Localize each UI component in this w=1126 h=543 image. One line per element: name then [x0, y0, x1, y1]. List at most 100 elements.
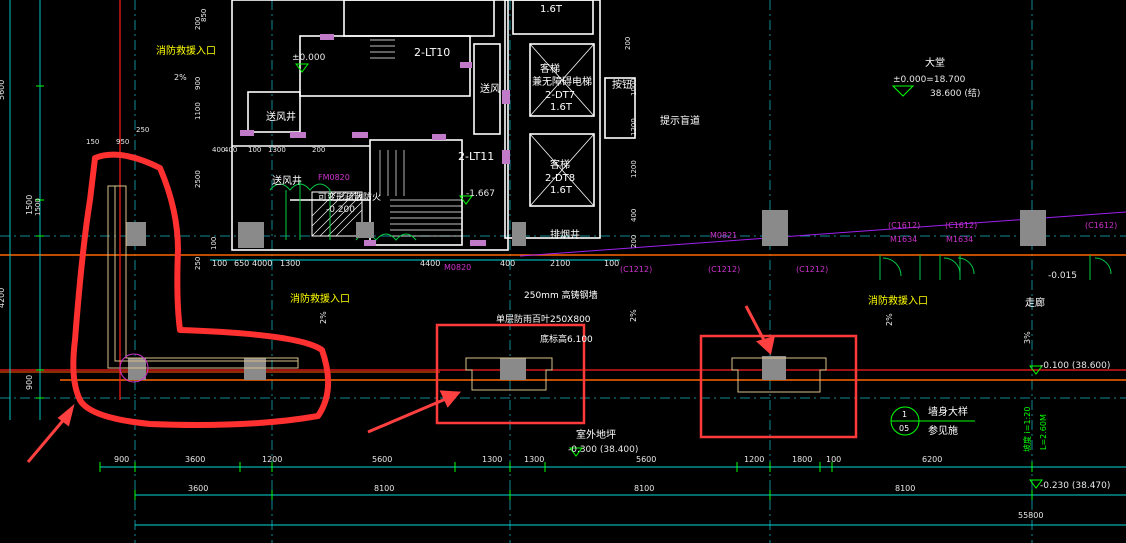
dim-top-15: 1200 [630, 118, 638, 136]
dim-row-2: 4000 [252, 259, 272, 268]
level-8: -0.230 (38.470) [1040, 481, 1110, 491]
elevator-top-cap: 1.6T [540, 4, 563, 15]
dim-top-3: 400 [224, 146, 237, 154]
firefighter-entry-1: 消防救援入口 [156, 44, 216, 57]
elevator-1-sub: 兼无障碍电梯 [532, 75, 592, 88]
dim-top-8: 900 [194, 77, 202, 90]
dim-top-10: 1100 [194, 102, 202, 120]
slope-label: 坡度 i=1:20 [1022, 407, 1032, 452]
walkway: 走廊 [1025, 296, 1045, 309]
dim-top-17: 1500 [34, 198, 42, 216]
dim-left-0: 5600 [0, 80, 6, 100]
dim-top-12: 850 [200, 9, 208, 22]
dim-b1-7: 1200 [744, 455, 764, 464]
door-tag-9: M0820 [444, 263, 471, 272]
pct-4: 2% [885, 313, 894, 326]
canopy: 底标高6.100 [540, 333, 593, 345]
dim-row-3: 1300 [280, 259, 300, 268]
level-7: -0.300 (38.400) [568, 445, 638, 455]
elevator-1-cap: 1.6T [550, 102, 573, 113]
hall: 大堂 [925, 56, 945, 69]
firefighter-entry-2: 消防救援入口 [290, 292, 350, 305]
glass-wall: 250mm 高铸钢墙 [524, 289, 598, 301]
level-1: ±0.000 [292, 53, 326, 63]
dim-top-4: 100 [248, 146, 261, 154]
press-button: 按钮 [612, 78, 632, 91]
door-tag-11: M1634 [946, 235, 973, 244]
callout-number: 1 [902, 410, 907, 419]
door-tag-4: (C1212) [620, 265, 652, 274]
dim-row-7: 100 [604, 259, 619, 268]
dim-top-18: 400 [212, 146, 225, 154]
dim-left-3: 900 [25, 375, 34, 390]
dim-top-14: 1000 [630, 78, 638, 96]
see-detail: 参见施 [928, 424, 958, 437]
fresh-air-shaft: 送风井 [266, 110, 296, 123]
dim-top-19: 200 [630, 235, 638, 248]
dim-row-1: 650 [234, 259, 249, 268]
dim-b2-1: 8100 [374, 484, 394, 493]
stair-2-lt11: 2-LT11 [458, 150, 494, 163]
smoke-shaft-1: 送风井 [272, 174, 302, 187]
dim-b2-3: 8100 [895, 484, 915, 493]
smoke-shaft-2: 排烟井 [550, 228, 580, 241]
elevator-2-code: 2-DT8 [545, 173, 575, 184]
level-6: -0.100 (38.600) [1040, 361, 1110, 371]
dim-row-0: 100 [212, 259, 227, 268]
stair-2-lt10: 2-LT10 [414, 46, 450, 59]
door-tag-1: (C1612) [888, 221, 920, 230]
dim-top-9: 400 [630, 209, 638, 222]
dim-top-20: 100 [210, 237, 218, 250]
dim-b2-0: 3600 [188, 484, 208, 493]
dim-b1-8: 1800 [792, 455, 812, 464]
dim-row-6: 2100 [550, 259, 570, 268]
dim-top-6: 200 [312, 146, 325, 154]
dim-b1-5: 1300 [524, 455, 544, 464]
elevator-2-label: 客梯 [550, 158, 570, 171]
dim-top-1: 950 [116, 138, 129, 146]
door-tag-6: (C1212) [796, 265, 828, 274]
callout-sheet: 05 [899, 424, 909, 433]
dim-left-2: 4200 [0, 288, 6, 308]
door-tag-8: FM0820 [318, 173, 350, 182]
elevator-2-cap: 1.6T [550, 185, 573, 196]
door-tag-10: M1634 [890, 235, 917, 244]
dim-left-1: 1500 [25, 195, 34, 215]
door-notice: 提示盲道 [660, 114, 700, 127]
dim-top-0: 150 [86, 138, 99, 146]
beam-note: 单层防雨百叶250X800 [496, 313, 591, 325]
dim-top-2: 250 [136, 126, 149, 134]
pct-2: 2% [319, 311, 328, 324]
cushion: 可变形疏散防火 [318, 191, 381, 203]
stair-label: 室外地坪 [576, 428, 616, 441]
level-9: -0.200 [326, 205, 355, 215]
cad-drawing-canvas[interactable]: 2-LT10 2-LT11 客梯 兼无障碍电梯 2-DT7 1.6T 客梯 2-… [0, 0, 1126, 543]
dim-top-21: 250 [194, 257, 202, 270]
pct-3: 2% [629, 309, 638, 322]
dim-top-5: 1300 [268, 146, 286, 154]
elevator-1-code: 2-DT7 [545, 90, 575, 101]
elevator-1-label: 客梯 [540, 62, 560, 75]
level-4: -1.667 [466, 189, 495, 199]
slope-length: L=2.60M [1039, 414, 1048, 450]
level-2: ±0.000=18.700 [893, 75, 966, 85]
dim-top-7: 2500 [194, 170, 202, 188]
dim-b1-3: 5600 [372, 455, 392, 464]
dim-b2-2: 8100 [634, 484, 654, 493]
pct-5: 3% [1023, 331, 1032, 344]
level-3: 38.600 (结) [930, 87, 980, 99]
wall-material: 墙身大样 [928, 405, 968, 418]
dim-b1-2: 1200 [262, 455, 282, 464]
firefighter-entry-3: 消防救援入口 [868, 294, 928, 307]
door-tag-7: M0821 [710, 231, 737, 240]
fresh-air: 送风 [480, 82, 500, 95]
door-tag-3: (C1612) [1085, 221, 1117, 230]
dim-total: 55800 [1018, 511, 1043, 520]
door-tag-5: (C1212) [708, 265, 740, 274]
pct-1: 2% [174, 73, 187, 82]
dim-b1-9: 100 [826, 455, 841, 464]
dim-row-4: 4400 [420, 259, 440, 268]
door-tag-2: (C1612) [945, 221, 977, 230]
dim-row-5: 400 [500, 259, 515, 268]
dim-b1-10: 6200 [922, 455, 942, 464]
